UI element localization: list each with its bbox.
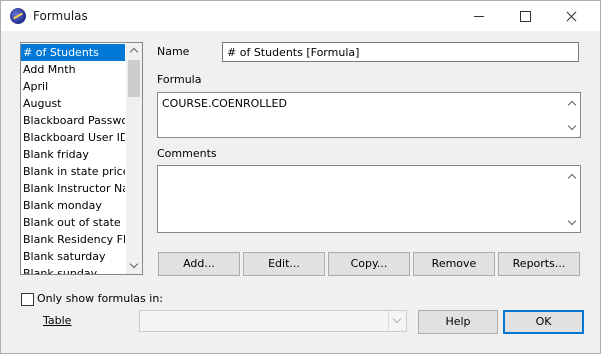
list-item[interactable]: Blank in state price: [21, 163, 125, 180]
formula-text: COURSE.COENROLLED: [162, 97, 287, 110]
chevron-down-icon[interactable]: [564, 215, 580, 231]
list-item[interactable]: Blank friday: [21, 146, 125, 163]
copy-button[interactable]: Copy...: [328, 252, 410, 276]
list-item[interactable]: # of Students: [21, 44, 125, 61]
comments-label: Comments: [157, 147, 217, 160]
minimize-button[interactable]: [456, 1, 502, 31]
ok-button-label: OK: [535, 315, 552, 328]
title-bar: Formulas: [1, 1, 600, 31]
comments-field[interactable]: [157, 165, 581, 233]
edit-button[interactable]: Edit...: [243, 252, 325, 276]
table-label: Table: [43, 314, 72, 327]
remove-button-label: Remove: [431, 257, 477, 270]
table-combobox[interactable]: [139, 310, 407, 332]
help-button[interactable]: Help: [418, 310, 498, 334]
formula-scrollbar[interactable]: [564, 93, 580, 137]
copy-button-label: Copy...: [350, 257, 388, 270]
help-button-label: Help: [445, 315, 471, 328]
list-item[interactable]: Add Mnth: [21, 61, 125, 78]
scroll-up-icon[interactable]: [126, 43, 142, 59]
name-label: Name: [157, 45, 190, 58]
formulas-dialog: Formulas # of Students Add Mnth April Augus…: [0, 0, 601, 354]
ok-button[interactable]: OK: [503, 310, 584, 334]
scroll-down-icon[interactable]: [126, 258, 142, 274]
list-item[interactable]: Blank Residency Fla: [21, 231, 125, 248]
chevron-down-icon[interactable]: [564, 120, 580, 136]
add-button-label: Add...: [183, 257, 215, 270]
reports-button-label: Reports...: [512, 257, 566, 270]
scroll-thumb[interactable]: [128, 60, 140, 97]
window-title: Formulas: [33, 9, 88, 23]
formula-list-items: # of Students Add Mnth April August Blackboa…: [21, 44, 125, 274]
list-item[interactable]: Blank monday: [21, 197, 125, 214]
formula-label: Formula: [157, 73, 202, 86]
close-button[interactable]: [548, 1, 594, 31]
edit-button-label: Edit...: [268, 257, 300, 270]
chevron-up-icon[interactable]: [564, 169, 580, 185]
name-field[interactable]: # of Students [Formula]: [222, 42, 579, 62]
formula-list-scrollbar[interactable]: [126, 43, 142, 274]
list-item[interactable]: Blank out of state p: [21, 214, 125, 231]
list-item[interactable]: August: [21, 95, 125, 112]
maximize-button[interactable]: [502, 1, 548, 31]
remove-button[interactable]: Remove: [413, 252, 495, 276]
list-item[interactable]: Blackboard User ID: [21, 129, 125, 146]
formula-field[interactable]: COURSE.COENROLLED: [157, 92, 581, 138]
list-item[interactable]: Blank Instructor Na: [21, 180, 125, 197]
chevron-down-icon[interactable]: [388, 311, 406, 331]
app-icon: [10, 8, 26, 24]
list-item[interactable]: April: [21, 78, 125, 95]
add-button[interactable]: Add...: [158, 252, 240, 276]
formula-list[interactable]: # of Students Add Mnth April August Blackboa…: [20, 42, 143, 275]
only-show-checkbox[interactable]: [21, 293, 34, 306]
list-item[interactable]: Blank sunday: [21, 265, 125, 274]
comments-scrollbar[interactable]: [564, 166, 580, 232]
list-item[interactable]: Blackboard Passwo: [21, 112, 125, 129]
reports-button[interactable]: Reports...: [498, 252, 580, 276]
only-show-label[interactable]: Only show formulas in:: [37, 292, 163, 305]
list-item[interactable]: Blank saturday: [21, 248, 125, 265]
chevron-up-icon[interactable]: [564, 96, 580, 112]
